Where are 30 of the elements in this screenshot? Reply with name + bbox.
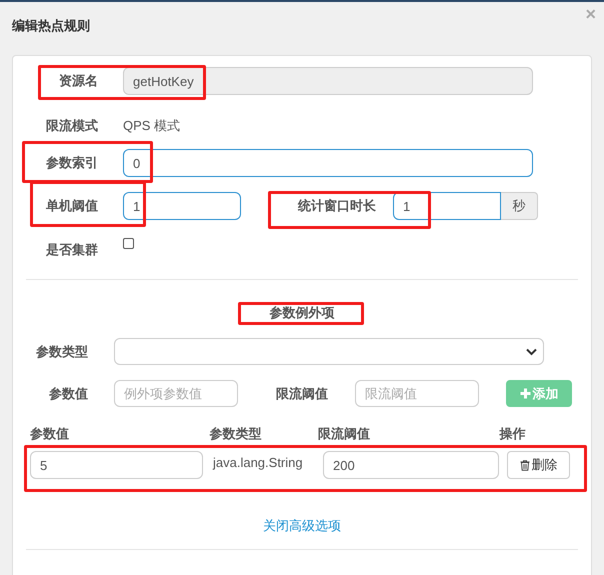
threshold-label: 单机阈值: [45, 197, 98, 215]
window-label: 统计窗口时长: [296, 197, 376, 215]
close-advanced-link[interactable]: 关闭高级选项: [263, 518, 341, 533]
param-index-field[interactable]: 0: [123, 149, 533, 177]
param-value-label: 参数值: [48, 384, 88, 402]
unit-addon: 秒: [501, 192, 538, 220]
window-field[interactable]: 1: [393, 192, 501, 220]
trash-icon: [520, 460, 530, 470]
column-header: 参数类型: [210, 425, 263, 443]
threshold-field[interactable]: 1: [123, 192, 241, 220]
param-type-label: 参数类型: [35, 342, 88, 360]
value-cell-field[interactable]: 5: [30, 451, 203, 479]
mode-label: 限流模式: [45, 117, 98, 135]
param-index-label: 参数索引: [45, 154, 98, 172]
column-header: 操作: [499, 425, 526, 443]
table-cell: java.lang.String: [213, 455, 303, 470]
limit-label: 限流阈值: [275, 384, 328, 402]
cluster-checkbox[interactable]: [123, 238, 134, 249]
chevron-down-icon: [526, 348, 537, 356]
mode-value: QPS 模式: [123, 117, 180, 135]
resource-label: 资源名: [58, 72, 98, 90]
delete-button[interactable]: 删除: [507, 451, 570, 479]
cluster-label: 是否集群: [45, 241, 98, 259]
dialog-title: 编辑热点规则: [12, 17, 90, 35]
section-title: 参数例外项: [270, 305, 334, 320]
plus-icon: [520, 388, 530, 399]
column-header: 限流阈值: [318, 425, 371, 443]
column-header: 参数值: [30, 425, 70, 443]
resource-field[interactable]: getHotKey: [123, 67, 533, 95]
limit-cell-field[interactable]: 200: [323, 451, 499, 479]
